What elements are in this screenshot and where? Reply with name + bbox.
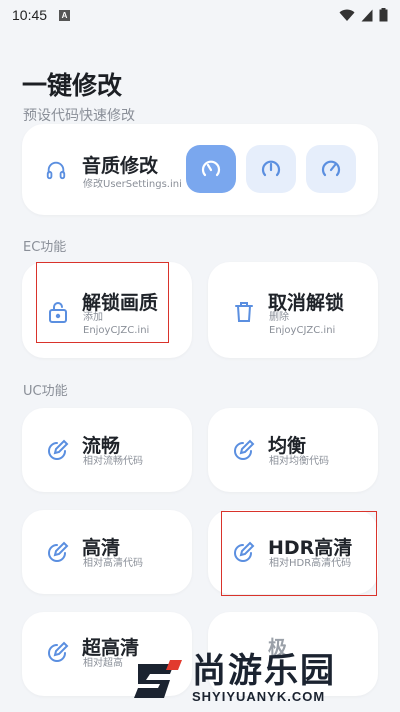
uc-hd-card[interactable]: 高清 相对高清代码 xyxy=(22,510,192,594)
watermark-cn: 尚游乐园 xyxy=(192,651,336,691)
watermark-logo-icon xyxy=(130,652,184,706)
card-title: 流畅 xyxy=(82,435,121,457)
speedometer-mid-icon xyxy=(261,160,281,177)
card-subtitle: 相对流畅代码 xyxy=(83,456,143,467)
edit-icon xyxy=(232,540,256,564)
uc-hdr-card[interactable]: HDR高清 相对HDR高清代码 xyxy=(208,510,378,594)
ec-section-label: EC功能 xyxy=(23,240,67,255)
card-title: 音质修改 xyxy=(82,155,159,177)
edit-icon xyxy=(46,438,70,462)
speedometer-high-icon xyxy=(321,160,341,177)
page-title: 一键修改 xyxy=(22,71,123,100)
headphones-icon xyxy=(44,158,68,182)
lock-icon xyxy=(46,300,70,324)
signal-icon xyxy=(361,9,373,21)
wifi-icon xyxy=(339,9,355,21)
quality-mode-low-button[interactable] xyxy=(186,145,236,193)
status-bar: 10:45 A xyxy=(0,0,400,30)
card-subtitle: 相对高清代码 xyxy=(83,558,143,569)
edit-icon xyxy=(232,438,256,462)
edit-icon xyxy=(46,540,70,564)
status-time: 10:45 xyxy=(12,7,48,23)
uc-balanced-card[interactable]: 均衡 相对均衡代码 xyxy=(208,408,378,492)
card-subtitle: 相对均衡代码 xyxy=(269,456,329,467)
uc-section-label: UC功能 xyxy=(23,384,68,399)
page-subtitle: 预设代码快速修改 xyxy=(23,108,135,124)
battery-icon xyxy=(379,8,388,22)
watermark: 尚游乐园 SHYIYUANYK.COM xyxy=(130,645,395,712)
card-subtitle-file: EnjoyCJZC.ini xyxy=(83,325,150,336)
watermark-en: SHYIYUANYK.COM xyxy=(192,689,326,704)
speedometer-low-icon xyxy=(201,160,221,177)
unlock-quality-card[interactable]: 解锁画质 添加 EnjoyCJZC.ini xyxy=(22,262,192,358)
card-subtitle: 修改UserSettings.ini xyxy=(83,179,182,190)
card-subtitle: 相对HDR高清代码 xyxy=(269,558,352,569)
card-title: 均衡 xyxy=(268,435,307,457)
audio-quality-card: 音质修改 修改UserSettings.ini xyxy=(22,124,378,215)
card-subtitle: 相对超高 xyxy=(83,658,123,669)
quality-mode-high-button[interactable] xyxy=(306,145,356,193)
card-title: 高清 xyxy=(82,537,121,559)
trash-icon xyxy=(232,300,256,324)
card-subtitle: 删除 xyxy=(269,312,289,323)
card-subtitle: 添加 xyxy=(83,312,103,323)
card-title: HDR高清 xyxy=(268,537,353,559)
cancel-unlock-card[interactable]: 取消解锁 删除 EnjoyCJZC.ini xyxy=(208,262,378,358)
edit-icon xyxy=(46,640,70,664)
uc-smooth-card[interactable]: 流畅 相对流畅代码 xyxy=(22,408,192,492)
card-subtitle-file: EnjoyCJZC.ini xyxy=(269,325,336,336)
quality-mode-mid-button[interactable] xyxy=(246,145,296,193)
notification-icon: A xyxy=(59,9,71,21)
